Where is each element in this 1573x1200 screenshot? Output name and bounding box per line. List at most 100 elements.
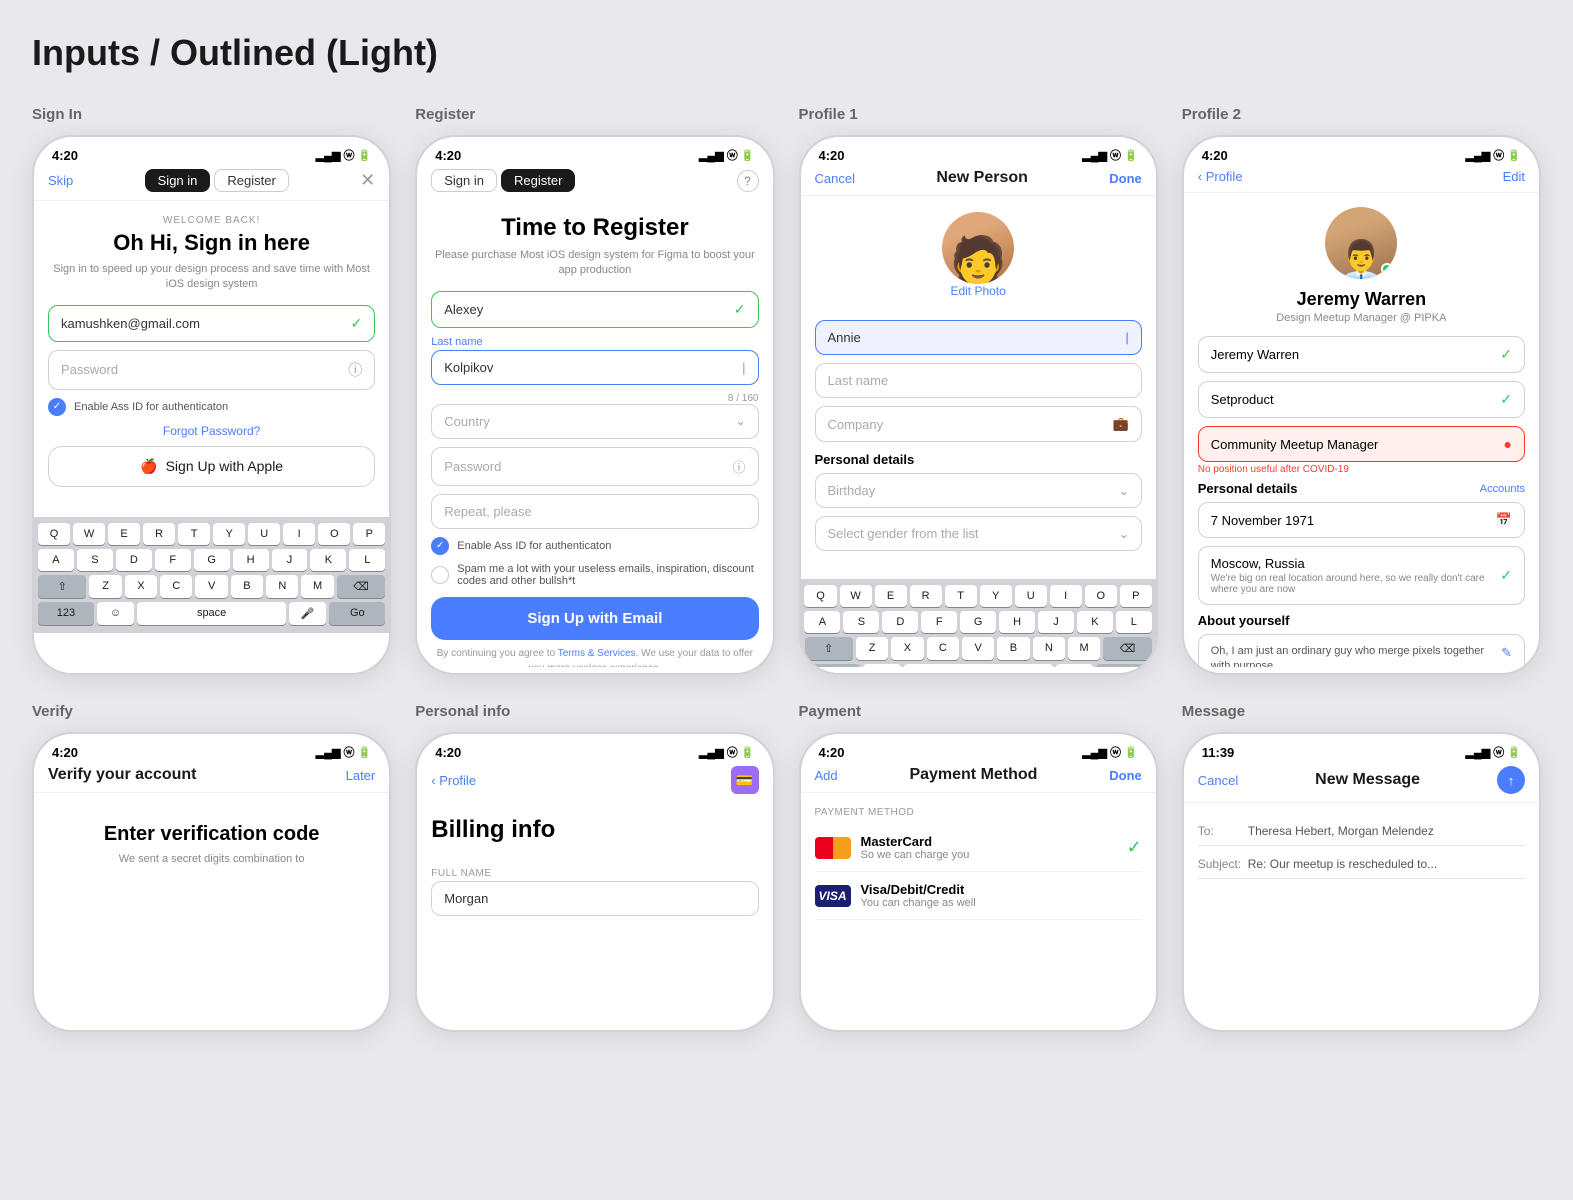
signin-tab-signin[interactable]: Sign in	[145, 169, 211, 192]
key-k[interactable]: K	[310, 549, 346, 571]
reg-password-field[interactable]: Password ⓘ	[431, 447, 758, 486]
p1-key-f[interactable]: F	[921, 611, 957, 633]
p1-key-space[interactable]: space	[904, 664, 1053, 667]
p1-key-p[interactable]: P	[1120, 585, 1152, 607]
accounts-link[interactable]: Accounts	[1480, 483, 1525, 495]
key-g[interactable]: G	[194, 549, 230, 571]
reg-repeat-field[interactable]: Repeat, please	[431, 494, 758, 529]
signin-skip[interactable]: Skip	[48, 173, 73, 188]
key-h[interactable]: H	[233, 549, 269, 571]
reg-enable-ass-checkbox[interactable]: ✓	[431, 537, 449, 555]
reg-tab-signin[interactable]: Sign in	[431, 169, 497, 192]
country-dropdown[interactable]: Country ⌄	[431, 404, 758, 439]
p1-key-mic[interactable]: 🎤	[1056, 664, 1093, 667]
visa-row[interactable]: VISA Visa/Debit/Credit You can change as…	[815, 872, 1142, 920]
key-q[interactable]: Q	[38, 523, 70, 545]
key-emoji[interactable]: ☺	[97, 602, 134, 625]
p1-key-y[interactable]: Y	[980, 585, 1012, 607]
profile2-field3[interactable]: Community Meetup Manager ●	[1198, 426, 1525, 462]
email-field[interactable]: kamushken@gmail.com ✓	[48, 305, 375, 342]
p1-key-t[interactable]: T	[945, 585, 977, 607]
mastercard-row[interactable]: MasterCard So we can charge you ✓	[815, 824, 1142, 872]
p1-key-l[interactable]: L	[1116, 611, 1152, 633]
p1-key-o[interactable]: O	[1085, 585, 1117, 607]
key-y[interactable]: Y	[213, 523, 245, 545]
firstname-field[interactable]: Alexey ✓	[431, 291, 758, 328]
profile1-avatar[interactable]	[942, 212, 1014, 284]
p1-key-w[interactable]: W	[840, 585, 872, 607]
profile1-company-field[interactable]: Company 💼	[815, 406, 1142, 442]
profile2-avatar[interactable]	[1325, 207, 1397, 279]
key-t[interactable]: T	[178, 523, 210, 545]
help-icon[interactable]: ?	[737, 170, 759, 192]
to-field[interactable]: To: Theresa Hebert, Morgan Melendez	[1198, 817, 1525, 846]
p1-key-m[interactable]: M	[1068, 637, 1100, 660]
p1-key-emoji[interactable]: ☺	[863, 664, 900, 667]
key-o[interactable]: O	[318, 523, 350, 545]
p1-key-j[interactable]: J	[1038, 611, 1074, 633]
message-cancel[interactable]: Cancel	[1198, 773, 1238, 788]
p1-key-h[interactable]: H	[999, 611, 1035, 633]
gender-dropdown[interactable]: Select gender from the list ⌄	[815, 516, 1142, 551]
p1-key-a[interactable]: A	[804, 611, 840, 633]
forgot-password-link[interactable]: Forgot Password?	[48, 424, 375, 438]
key-c[interactable]: C	[160, 575, 192, 598]
terms-link[interactable]: Terms & Services	[558, 648, 636, 659]
profile1-firstname-field[interactable]: Annie |	[815, 320, 1142, 355]
profile2-back[interactable]: ‹ Profile	[1198, 169, 1243, 184]
profile2-field2[interactable]: Setproduct ✓	[1198, 381, 1525, 418]
birthday-dropdown[interactable]: Birthday ⌄	[815, 473, 1142, 508]
p1-key-x[interactable]: X	[891, 637, 923, 660]
p1-key-b[interactable]: B	[997, 637, 1029, 660]
enable-ass-checkbox[interactable]: ✓	[48, 398, 66, 416]
payment-done[interactable]: Done	[1109, 768, 1142, 783]
key-i[interactable]: I	[283, 523, 315, 545]
password-field[interactable]: Password ⓘ	[48, 350, 375, 390]
p1-key-v[interactable]: V	[962, 637, 994, 660]
key-r[interactable]: R	[143, 523, 175, 545]
reg-tab-register[interactable]: Register	[501, 169, 575, 192]
spam-checkbox[interactable]	[431, 566, 449, 584]
p1-key-i[interactable]: I	[1050, 585, 1082, 607]
edit-photo-label[interactable]: Edit Photo	[801, 284, 1156, 298]
key-n[interactable]: N	[266, 575, 298, 598]
key-delete[interactable]: ⌫	[337, 575, 385, 598]
p1-key-z[interactable]: Z	[856, 637, 888, 660]
p1-key-go[interactable]: Go	[1096, 664, 1152, 667]
signin-close-icon[interactable]: ✕	[360, 170, 375, 191]
key-z[interactable]: Z	[89, 575, 121, 598]
key-u[interactable]: U	[248, 523, 280, 545]
key-b[interactable]: B	[231, 575, 263, 598]
key-d[interactable]: D	[116, 549, 152, 571]
p1-key-g[interactable]: G	[960, 611, 996, 633]
key-v[interactable]: V	[195, 575, 227, 598]
key-s[interactable]: S	[77, 549, 113, 571]
edit-icon[interactable]: ✎	[1501, 644, 1512, 662]
p1-key-c[interactable]: C	[927, 637, 959, 660]
key-j[interactable]: J	[272, 549, 308, 571]
p1-key-delete[interactable]: ⌫	[1103, 637, 1151, 660]
p1-key-shift[interactable]: ⇧	[805, 637, 853, 660]
key-go[interactable]: Go	[329, 602, 385, 625]
key-mic[interactable]: 🎤	[289, 602, 326, 625]
key-l[interactable]: L	[349, 549, 385, 571]
key-f[interactable]: F	[155, 549, 191, 571]
about-field[interactable]: Oh, I am just an ordinary guy who merge …	[1198, 634, 1525, 667]
profile1-lastname-field[interactable]: Last name	[815, 363, 1142, 398]
profile1-done[interactable]: Done	[1109, 171, 1142, 186]
birthday-field[interactable]: 7 November 1971 📅	[1198, 502, 1525, 538]
p1-key-d[interactable]: D	[882, 611, 918, 633]
key-m[interactable]: M	[301, 575, 333, 598]
p1-key-r[interactable]: R	[910, 585, 942, 607]
subject-field[interactable]: Subject: Re: Our meetup is rescheduled t…	[1198, 850, 1525, 879]
p1-key-k[interactable]: K	[1077, 611, 1113, 633]
key-x[interactable]: X	[125, 575, 157, 598]
fullname-field[interactable]: Morgan	[431, 881, 758, 916]
key-space[interactable]: space	[137, 602, 286, 625]
signup-email-button[interactable]: Sign Up with Email	[431, 597, 758, 640]
personal-info-back[interactable]: ‹ Profile	[431, 773, 476, 788]
p1-key-u[interactable]: U	[1015, 585, 1047, 607]
p1-key-s[interactable]: S	[843, 611, 879, 633]
payment-add[interactable]: Add	[815, 768, 838, 783]
lastname-field[interactable]: Kolpikov |	[431, 350, 758, 385]
